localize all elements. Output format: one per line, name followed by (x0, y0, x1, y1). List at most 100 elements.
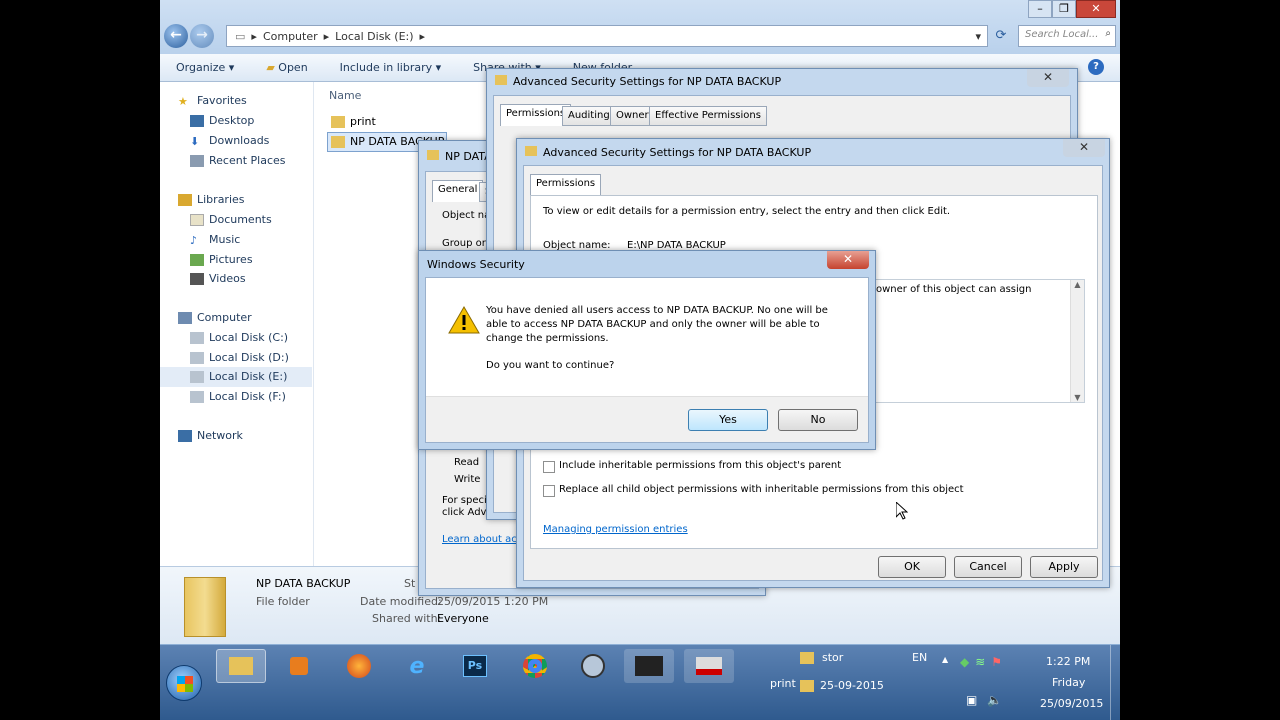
label-replace-child: Replace all child object permissions wit… (559, 484, 964, 495)
date-folder-label: 25-09-2015 (820, 679, 884, 692)
tray-date-folder[interactable]: 25-09-2015 (800, 679, 884, 692)
cancel-button[interactable]: Cancel (954, 556, 1022, 578)
search-icon: ⌕ (1105, 28, 1111, 39)
nav-pictures[interactable]: Pictures (190, 253, 253, 266)
adv2-permission-list[interactable]: owner of this object can assign ▲ ▼ (871, 279, 1085, 403)
apply-button[interactable]: Apply (1030, 556, 1098, 578)
include-library-button[interactable]: Include in library ▾ (324, 61, 457, 74)
show-hidden-icons[interactable]: ▲ (942, 655, 948, 664)
nav-computer[interactable]: Computer (178, 311, 252, 324)
taskbar-ie-button[interactable]: e (392, 649, 442, 683)
learn-link[interactable]: Learn about acc (442, 534, 522, 545)
chevron-right-icon: ▸ (251, 29, 257, 43)
checkbox-replace-child[interactable] (543, 485, 555, 497)
maximize-button[interactable]: ❐ (1052, 0, 1076, 18)
adv1-close-button[interactable]: ✕ (1027, 69, 1069, 87)
monitor-tray-icon[interactable]: ▣ (966, 693, 977, 707)
computer-icon (178, 311, 192, 324)
language-indicator[interactable]: EN (912, 651, 927, 664)
file-item-print[interactable]: print (331, 115, 376, 128)
nav-disk-f[interactable]: Local Disk (F:) (190, 390, 286, 403)
tab-owner[interactable]: Owner (610, 106, 655, 126)
tab-permissions[interactable]: Permissions (500, 104, 572, 126)
detail-shared: Everyone (437, 612, 489, 625)
breadcrumb-disk-e[interactable]: Local Disk (E:) (335, 30, 413, 43)
ok-button[interactable]: OK (878, 556, 946, 578)
security-body: You have denied all users access to NP D… (425, 277, 869, 443)
volume-icon[interactable]: 🔈 (987, 693, 1002, 707)
nav-disk-c[interactable]: Local Disk (C:) (190, 331, 288, 344)
include-label: Include in library (339, 61, 433, 74)
close-button[interactable]: ✕ (1076, 0, 1116, 18)
breadcrumb-computer[interactable]: Computer (263, 30, 318, 43)
taskbar-chrome-button[interactable] (510, 649, 560, 683)
chevron-down-icon[interactable]: ▾ (975, 30, 981, 43)
clock-day[interactable]: Friday (1052, 676, 1085, 689)
folder-icon (331, 135, 345, 148)
organize-button[interactable]: Organize ▾ (160, 61, 250, 74)
mouse-cursor-icon (896, 502, 908, 520)
adv1-title: Advanced Security Settings for NP DATA B… (495, 75, 781, 88)
taskbar-photoshop-button[interactable]: Ps (450, 649, 500, 683)
start-button[interactable] (166, 665, 202, 701)
open-button[interactable]: ▰ Open (250, 61, 323, 74)
action-center-icon[interactable]: ⚑ (991, 655, 1002, 669)
column-header-name[interactable]: Name (329, 89, 361, 102)
adv2-close-button[interactable]: ✕ (1063, 139, 1105, 157)
nav-documents[interactable]: Documents (190, 213, 272, 226)
no-button[interactable]: No (778, 409, 858, 431)
security-close-button[interactable]: ✕ (827, 251, 869, 269)
tab-effective-permissions[interactable]: Effective Permissions (649, 106, 767, 126)
tab-permissions[interactable]: Permissions (530, 174, 602, 196)
address-bar[interactable]: ▭ ▸ Computer ▸ Local Disk (E:) ▸ ▾ (226, 25, 988, 47)
search-input[interactable]: Search Local... ⌕ (1018, 25, 1116, 47)
nav-desktop[interactable]: Desktop (190, 114, 254, 127)
scroll-up-icon[interactable]: ▲ (1071, 280, 1084, 289)
nav-disk-d[interactable]: Local Disk (D:) (190, 351, 289, 364)
taskbar-media-button[interactable] (274, 649, 324, 683)
taskbar-video-button[interactable] (624, 649, 674, 683)
help-icon[interactable]: ? (1088, 59, 1104, 75)
managing-permissions-link[interactable]: Managing permission entries (543, 524, 688, 535)
nav-label: Favorites (197, 94, 247, 107)
forward-icon[interactable]: → (190, 24, 214, 48)
nav-downloads[interactable]: ⬇ Downloads (190, 134, 270, 148)
nav-libraries[interactable]: Libraries (178, 193, 245, 206)
taskbar-firefox-button[interactable] (334, 649, 384, 683)
network-tray-icon[interactable]: ◆ (960, 655, 969, 669)
scrollbar[interactable]: ▲ ▼ (1070, 280, 1084, 402)
taskbar-app-button[interactable] (568, 649, 618, 683)
nav-videos[interactable]: Videos (190, 272, 246, 285)
windows-security-dialog: Windows Security ✕ You have denied all u… (418, 250, 876, 450)
back-icon[interactable]: ← (164, 24, 188, 48)
refresh-icon[interactable]: ⟳ (990, 26, 1012, 46)
tab-auditing[interactable]: Auditing (562, 106, 616, 126)
clock-time[interactable]: 1:22 PM (1046, 655, 1090, 668)
nav-label: Network (197, 429, 243, 442)
download-icon: ⬇ (190, 134, 200, 148)
sync-tray-icon[interactable]: ≋ (975, 655, 985, 669)
tray-print[interactable]: print (770, 677, 796, 690)
nav-label: Recent Places (209, 154, 286, 167)
library-icon (178, 193, 192, 206)
nav-favorites[interactable]: ★ Favorites (178, 94, 247, 108)
clock-date[interactable]: 25/09/2015 (1040, 697, 1103, 710)
show-desktop-button[interactable] (1110, 645, 1120, 720)
minimize-button[interactable]: – (1028, 0, 1052, 18)
nav-label: Downloads (209, 134, 270, 147)
star-icon: ★ (178, 94, 188, 108)
nav-music[interactable]: ♪ Music (190, 233, 240, 247)
nav-recent[interactable]: Recent Places (190, 154, 286, 167)
tray-stor[interactable]: stor (800, 651, 843, 664)
nav-disk-e[interactable]: Local Disk (E:) (190, 370, 287, 383)
explorer-titlebar: – ❐ ✕ ← → ▭ ▸ Computer ▸ Local Disk (E:)… (160, 0, 1120, 54)
taskbar-explorer-button[interactable] (216, 649, 266, 683)
nav-label: Local Disk (C:) (209, 331, 289, 344)
scroll-down-icon[interactable]: ▼ (1071, 393, 1084, 402)
nav-label: Local Disk (E:) (209, 370, 288, 383)
nav-network[interactable]: Network (178, 429, 243, 442)
tab-general[interactable]: General (432, 180, 484, 202)
checkbox-include-inheritable[interactable] (543, 461, 555, 473)
yes-button[interactable]: Yes (688, 409, 768, 431)
taskbar-recorder-button[interactable] (684, 649, 734, 683)
